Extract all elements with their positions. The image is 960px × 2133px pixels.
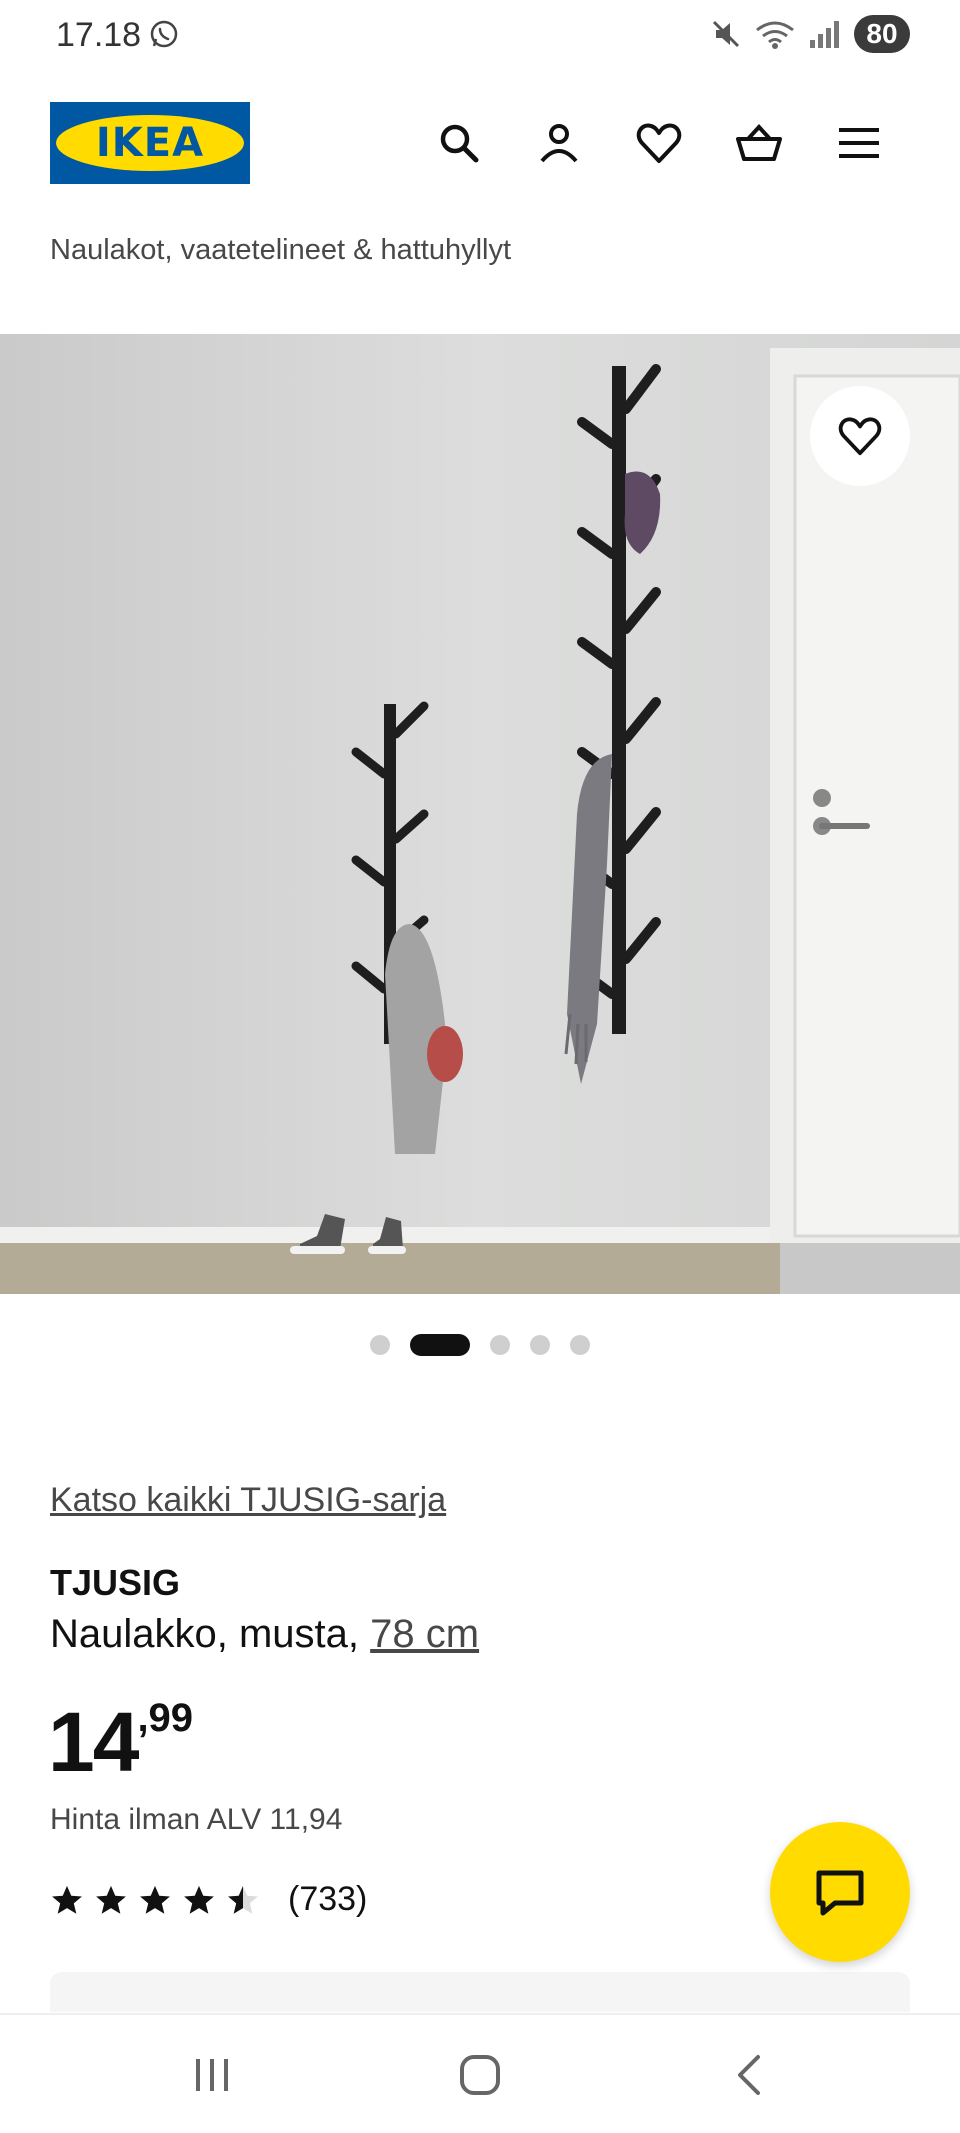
search-icon: [440, 124, 479, 163]
price-integer: 14: [48, 1695, 139, 1789]
product-photo: [0, 334, 960, 1294]
carousel-dot[interactable]: [370, 1335, 390, 1355]
basket-button[interactable]: [734, 118, 784, 168]
save-to-wishlist-button[interactable]: [810, 386, 910, 486]
site-header: IKEA: [0, 100, 960, 190]
wifi-icon: [756, 21, 794, 49]
product-description-text: Naulakko, musta,: [50, 1612, 371, 1656]
account-button[interactable]: [534, 118, 584, 168]
star-full-icon: [52, 1885, 82, 1914]
home-icon: [460, 2055, 500, 2095]
wishlist-button[interactable]: [634, 118, 684, 168]
wishlist-icon: [636, 123, 682, 163]
product-name: TJUSIG: [50, 1562, 181, 1603]
product-description: Naulakko, musta, 78 cm: [50, 1612, 479, 1657]
home-button[interactable]: [420, 2015, 540, 2133]
back-icon: [738, 2055, 760, 2095]
chat-icon: [816, 1870, 864, 1916]
chat-button[interactable]: [770, 1822, 910, 1962]
carousel-dot-active[interactable]: [410, 1334, 470, 1356]
status-icons: 80: [710, 14, 910, 54]
star-full-icon: [140, 1885, 170, 1914]
price-decimal: ,99: [137, 1696, 194, 1740]
star-full-icon: [96, 1885, 126, 1914]
product-rating[interactable]: (733): [50, 1880, 367, 1919]
mute-icon: [712, 20, 740, 48]
signal-icon: [810, 21, 839, 48]
carousel-dot[interactable]: [490, 1335, 510, 1355]
back-button[interactable]: [690, 2015, 810, 2133]
account-icon: [540, 124, 578, 163]
carousel-dot[interactable]: [530, 1335, 550, 1355]
recent-apps-icon: [196, 2059, 228, 2091]
logo-oval: IKEA: [56, 115, 244, 171]
product-price: 14,99: [48, 1694, 193, 1791]
carousel-dot[interactable]: [570, 1335, 590, 1355]
status-bar: 17.18 80: [0, 0, 960, 70]
series-link[interactable]: Katso kaikki TJUSIG-sarja: [50, 1481, 446, 1520]
status-time: 17.18: [56, 16, 142, 54]
logo-text: IKEA: [95, 120, 205, 166]
heart-icon: [838, 417, 882, 456]
battery-level: 80: [866, 18, 898, 49]
search-button[interactable]: [434, 118, 484, 168]
star-full-icon: [184, 1885, 214, 1914]
ikea-logo[interactable]: IKEA: [50, 102, 250, 184]
size-link[interactable]: 78 cm: [370, 1612, 479, 1656]
basket-icon: [736, 124, 782, 161]
battery-indicator: 80: [854, 15, 910, 53]
breadcrumb[interactable]: Naulakot, vaatetelineet & hattuhyllyt: [50, 234, 511, 267]
recent-apps-button[interactable]: [152, 2015, 272, 2133]
whatsapp-icon: [150, 20, 178, 48]
rating-count: (733): [288, 1880, 368, 1918]
menu-icon: [839, 128, 879, 158]
system-nav-bar: [0, 2013, 960, 2133]
menu-button[interactable]: [834, 118, 884, 168]
content-card: [50, 1972, 910, 2012]
star-half-icon: [228, 1885, 258, 1914]
image-carousel-dots: [0, 1333, 960, 1357]
product-image[interactable]: [0, 334, 960, 1294]
price-without-vat: Hinta ilman ALV 11,94: [50, 1803, 343, 1836]
